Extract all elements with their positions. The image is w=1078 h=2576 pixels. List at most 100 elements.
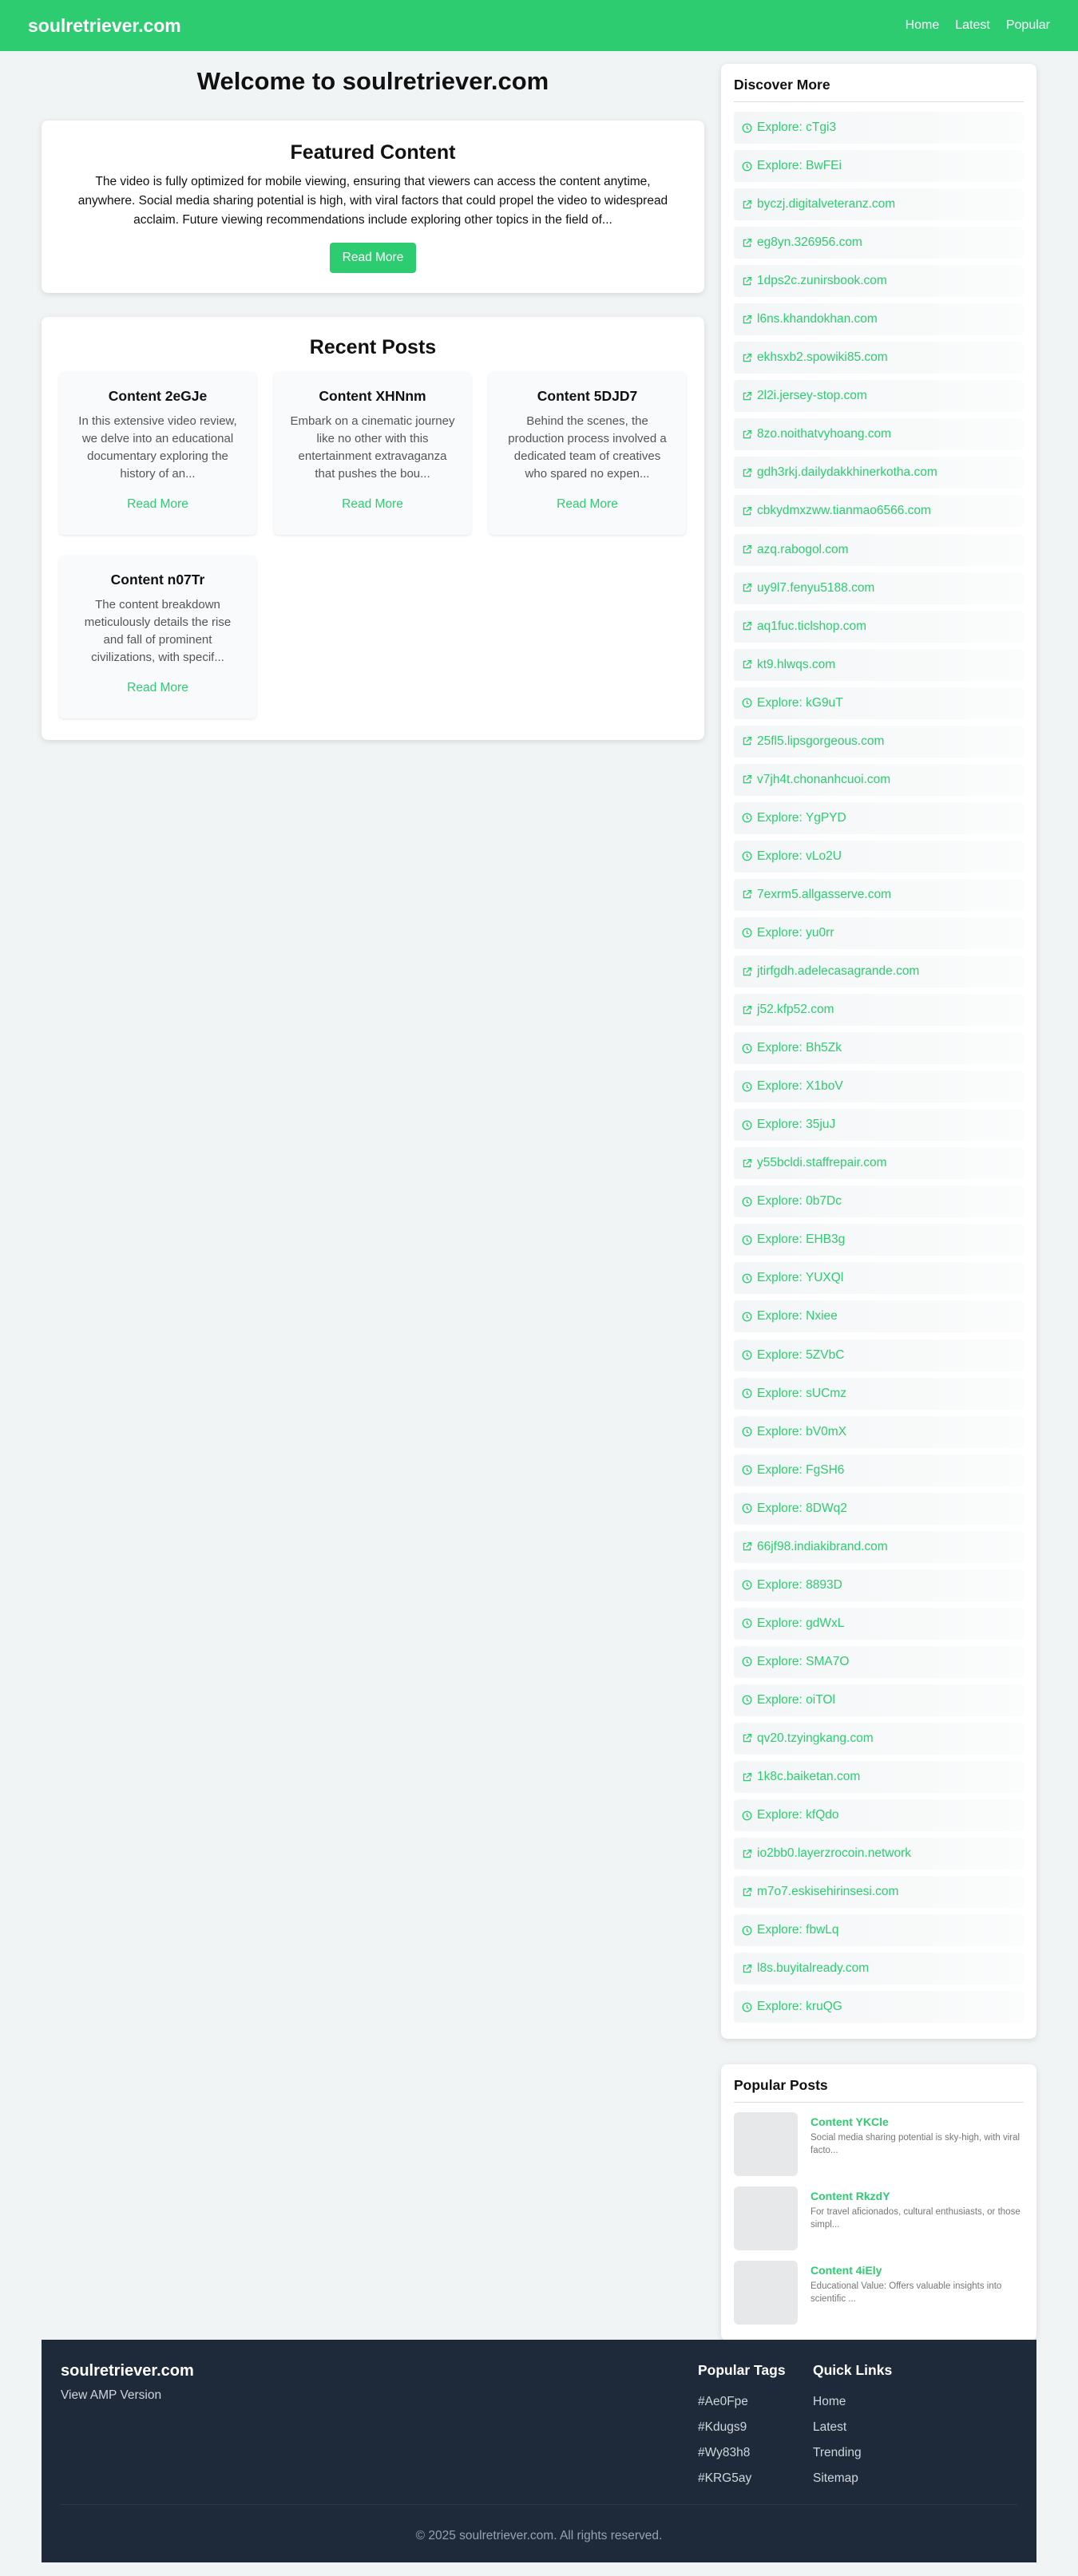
featured-read-more-button[interactable]: Read More — [329, 243, 417, 273]
discover-link[interactable]: aq1fuc.ticlshop.com — [734, 610, 1024, 643]
post-title[interactable]: Content n07Tr — [73, 572, 242, 588]
discover-link[interactable]: Explore: X1boV — [734, 1070, 1024, 1103]
discover-link[interactable]: Explore: gdWxL — [734, 1607, 1024, 1640]
discover-link-label: m7o7.eskisehirinsesi.com — [757, 1885, 899, 1899]
discover-link[interactable]: Explore: 8DWq2 — [734, 1492, 1024, 1525]
post-read-more-link[interactable]: Read More — [73, 681, 242, 695]
discover-link[interactable]: Explore: YUXQl — [734, 1262, 1024, 1295]
compass-icon — [742, 1388, 757, 1399]
popular-posts-title: Popular Posts — [734, 2077, 1024, 2103]
discover-link[interactable]: 25fl5.lipsgorgeous.com — [734, 725, 1024, 758]
footer-tag-link[interactable]: #KRG5ay — [698, 2471, 786, 2497]
discover-link[interactable]: Explore: EHB3g — [734, 1224, 1024, 1256]
discover-link-label: gdh3rkj.dailydakkhinerkotha.com — [757, 465, 937, 480]
popular-post-title[interactable]: Content RkzdY — [810, 2190, 1024, 2202]
discover-link[interactable]: Explore: 0b7Dc — [734, 1185, 1024, 1218]
discover-link[interactable]: Explore: SMA7O — [734, 1645, 1024, 1678]
discover-link[interactable]: Explore: sUCmz — [734, 1377, 1024, 1410]
post-title[interactable]: Content 2eGJe — [73, 388, 242, 405]
discover-link[interactable]: Explore: 8893D — [734, 1569, 1024, 1601]
discover-link-label: Explore: FgSH6 — [757, 1462, 845, 1477]
footer-tag-link[interactable]: #Ae0Fpe — [698, 2395, 786, 2420]
discover-link[interactable]: byczj.digitalveteranz.com — [734, 188, 1024, 221]
discover-link-label: Explore: sUCmz — [757, 1386, 846, 1400]
discover-link[interactable]: l8s.buyitalready.com — [734, 1953, 1024, 1985]
post-read-more-link[interactable]: Read More — [73, 497, 242, 512]
discover-link[interactable]: Explore: BwFEi — [734, 150, 1024, 183]
footer-tag-link[interactable]: #Kdugs9 — [698, 2420, 786, 2446]
discover-link[interactable]: Explore: bV0mX — [734, 1415, 1024, 1448]
popular-post-title[interactable]: Content YKCle — [810, 2115, 1024, 2128]
discover-link[interactable]: Explore: yu0rr — [734, 916, 1024, 949]
discover-link[interactable]: 1dps2c.zunirsbook.com — [734, 265, 1024, 298]
discover-link[interactable]: Explore: cTgi3 — [734, 112, 1024, 144]
post-title[interactable]: Content 5DJD7 — [503, 388, 672, 405]
discover-link[interactable]: 7exrm5.allgasserve.com — [734, 878, 1024, 911]
popular-post-thumbnail[interactable] — [734, 2261, 798, 2325]
nav-home[interactable]: Home — [906, 18, 940, 33]
discover-link-label: eg8yn.326956.com — [757, 235, 862, 250]
compass-icon — [742, 698, 757, 708]
discover-link[interactable]: jtirfgdh.adelecasagrande.com — [734, 956, 1024, 988]
discover-link[interactable]: y55bcldi.staffrepair.com — [734, 1147, 1024, 1180]
discover-link[interactable]: kt9.hlwqs.com — [734, 648, 1024, 681]
site-brand[interactable]: soulretriever.com — [28, 15, 181, 37]
footer-link-latest[interactable]: Latest — [813, 2420, 892, 2446]
discover-more-title: Discover More — [734, 77, 1024, 102]
discover-link[interactable]: Explore: oiTOl — [734, 1684, 1024, 1716]
discover-link[interactable]: v7jh4t.chonanhcuoi.com — [734, 763, 1024, 796]
discover-link[interactable]: Explore: kruQG — [734, 1991, 1024, 2024]
discover-link[interactable]: Explore: FgSH6 — [734, 1454, 1024, 1486]
nav-latest[interactable]: Latest — [955, 18, 990, 33]
discover-link[interactable]: cbkydmxzww.tianmao6566.com — [734, 495, 1024, 528]
popular-post-item[interactable]: Content RkzdY For travel aficionados, cu… — [734, 2186, 1024, 2250]
discover-link[interactable]: Explore: fbwLq — [734, 1914, 1024, 1947]
footer-link-home[interactable]: Home — [813, 2395, 892, 2420]
compass-icon — [742, 1312, 757, 1322]
footer-link-sitemap[interactable]: Sitemap — [813, 2471, 892, 2497]
discover-link[interactable]: 1k8c.baiketan.com — [734, 1761, 1024, 1794]
post-excerpt: In this extensive video review, we delve… — [78, 414, 237, 481]
discover-link-label: Explore: fbwLq — [757, 1923, 839, 1937]
post-read-more-link[interactable]: Read More — [503, 497, 672, 512]
discover-link[interactable]: 66jf98.indiakibrand.com — [734, 1530, 1024, 1563]
popular-post-title[interactable]: Content 4iEly — [810, 2264, 1024, 2277]
discover-link[interactable]: Explore: 5ZVbC — [734, 1339, 1024, 1371]
discover-link[interactable]: Explore: kfQdo — [734, 1799, 1024, 1832]
discover-link[interactable]: m7o7.eskisehirinsesi.com — [734, 1876, 1024, 1909]
discover-link-label: Explore: gdWxL — [757, 1616, 845, 1630]
discover-link[interactable]: 2l2i.jersey-stop.com — [734, 380, 1024, 413]
discover-link[interactable]: Explore: Nxiee — [734, 1300, 1024, 1333]
popular-post-thumbnail[interactable] — [734, 2186, 798, 2250]
discover-link[interactable]: j52.kfp52.com — [734, 994, 1024, 1027]
discover-link[interactable]: io2bb0.layerzrocoin.network — [734, 1838, 1024, 1870]
footer-link-trending[interactable]: Trending — [813, 2446, 892, 2471]
nav-popular[interactable]: Popular — [1006, 18, 1050, 33]
post-title[interactable]: Content XHNnm — [288, 388, 457, 405]
discover-link[interactable]: gdh3rkj.dailydakkhinerkotha.com — [734, 457, 1024, 489]
popular-post-thumbnail[interactable] — [734, 2112, 798, 2176]
footer-popular-tags: Popular Tags #Ae0Fpe #Kdugs9 #Wy83h8 #KR… — [698, 2362, 786, 2497]
discover-link-label: Explore: Nxiee — [757, 1309, 838, 1324]
discover-link[interactable]: Explore: vLo2U — [734, 840, 1024, 873]
footer-tag-link[interactable]: #Wy83h8 — [698, 2446, 786, 2471]
discover-link-label: Explore: vLo2U — [757, 849, 842, 863]
discover-link[interactable]: uy9l7.fenyu5188.com — [734, 572, 1024, 604]
discover-link[interactable]: Explore: YgPYD — [734, 801, 1024, 834]
compass-icon — [742, 813, 757, 823]
discover-link[interactable]: eg8yn.326956.com — [734, 227, 1024, 259]
discover-link[interactable]: Explore: kG9uT — [734, 687, 1024, 719]
popular-post-item[interactable]: Content YKCle Social media sharing poten… — [734, 2112, 1024, 2176]
discover-link-label: Explore: YgPYD — [757, 810, 846, 825]
main-column: Welcome to soulretriever.com Featured Co… — [42, 51, 704, 740]
discover-link[interactable]: qv20.tzyingkang.com — [734, 1722, 1024, 1755]
discover-link[interactable]: l6ns.khandokhan.com — [734, 303, 1024, 336]
post-read-more-link[interactable]: Read More — [288, 497, 457, 512]
discover-link[interactable]: ekhsxb2.spowiki85.com — [734, 342, 1024, 374]
discover-link[interactable]: 8zo.noithatvyhoang.com — [734, 418, 1024, 451]
discover-link[interactable]: Explore: Bh5Zk — [734, 1032, 1024, 1065]
discover-link[interactable]: azq.rabogol.com — [734, 533, 1024, 566]
popular-post-item[interactable]: Content 4iEly Educational Value: Offers … — [734, 2261, 1024, 2325]
compass-icon — [742, 1350, 757, 1360]
discover-link[interactable]: Explore: 35juJ — [734, 1109, 1024, 1142]
